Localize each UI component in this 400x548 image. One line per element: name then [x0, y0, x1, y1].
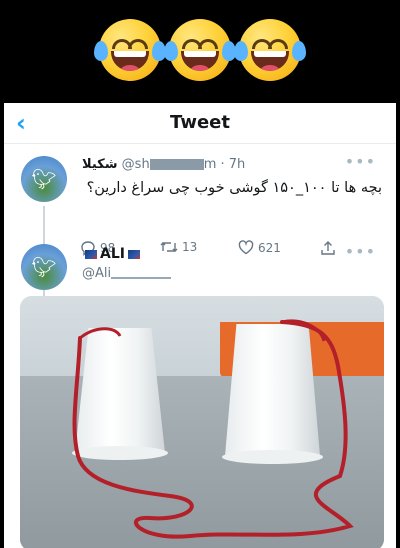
- flag-icon: [127, 249, 140, 259]
- reply-display-name[interactable]: ALI: [82, 246, 143, 262]
- share-icon: [321, 241, 335, 255]
- timestamp[interactable]: · 7h: [221, 157, 246, 172]
- tweet-photo[interactable]: [20, 296, 384, 548]
- flag-icon: [85, 249, 97, 259]
- tweet-meta: شکیلا @sh m · 7h: [82, 157, 245, 172]
- emoji-bar: [0, 0, 400, 100]
- tweet-text: بچه ها تا ۱۰۰_۱۵۰ گوشی خوب چی سراغ دارین…: [86, 180, 382, 196]
- avatar[interactable]: 🐦︎: [21, 244, 67, 290]
- like-button[interactable]: 621: [238, 240, 281, 255]
- display-name[interactable]: شکیلا: [82, 157, 118, 172]
- share-button[interactable]: [320, 240, 336, 256]
- redacted-handle: [149, 159, 204, 170]
- more-icon[interactable]: •••: [345, 152, 376, 171]
- reply-handle[interactable]: @Ali: [82, 266, 172, 281]
- page-title: Tweet: [170, 112, 230, 133]
- edge-strip: [396, 103, 400, 548]
- like-count: 621: [258, 240, 281, 255]
- twitter-bird-icon: 🐦︎: [31, 255, 57, 279]
- tears-of-joy-emoji: [94, 19, 166, 81]
- handle-suffix: m: [203, 157, 217, 172]
- tears-of-joy-emoji: [234, 19, 306, 81]
- retweet-count: 13: [182, 240, 198, 254]
- redacted-handle: [111, 269, 172, 279]
- twitter-bird-icon: 🐦︎: [31, 167, 57, 191]
- retweet-button[interactable]: 13: [160, 240, 197, 254]
- header: ‹ Tweet: [4, 103, 396, 144]
- like-icon: [238, 240, 254, 255]
- avatar[interactable]: 🐦︎: [21, 156, 67, 202]
- retweet-icon: [160, 242, 178, 252]
- reply-handle-text: @Ali: [82, 266, 112, 281]
- tweet-panel: ‹ Tweet 🐦︎ شکیلا @sh m · 7h ••• بچه ها تا…: [4, 103, 396, 548]
- tears-of-joy-emoji: [164, 19, 236, 81]
- reply-name-text: ALI: [100, 246, 125, 262]
- more-icon[interactable]: •••: [345, 242, 376, 261]
- red-string: [72, 319, 354, 539]
- handle-prefix[interactable]: @sh: [122, 157, 150, 172]
